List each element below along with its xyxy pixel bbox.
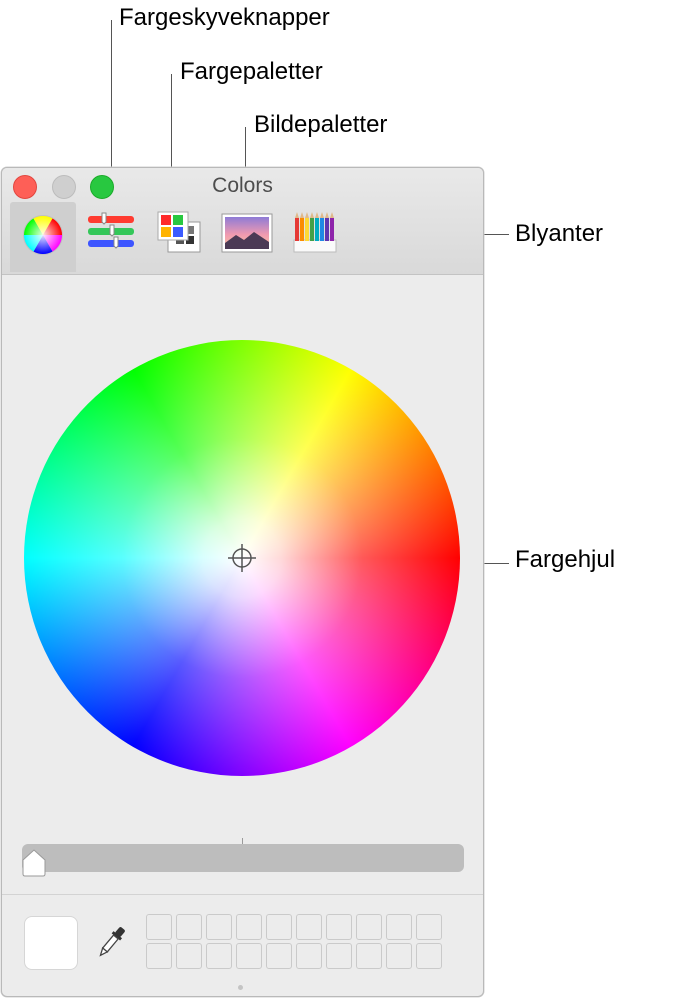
tab-color-sliders[interactable] — [78, 202, 144, 272]
empty-swatch[interactable] — [236, 943, 262, 969]
color-sliders-icon — [88, 212, 134, 249]
empty-swatch[interactable] — [146, 943, 172, 969]
title-bar: Colors — [2, 168, 483, 275]
colors-window: Colors — [1, 167, 484, 997]
empty-swatch[interactable] — [206, 914, 232, 940]
empty-swatch[interactable] — [266, 914, 292, 940]
empty-swatch[interactable] — [146, 914, 172, 940]
crosshair-icon[interactable] — [227, 543, 257, 573]
swatch-divider — [2, 894, 483, 895]
pencils-icon — [293, 212, 337, 253]
empty-swatch[interactable] — [416, 914, 442, 940]
empty-swatch[interactable] — [386, 943, 412, 969]
empty-swatch[interactable] — [176, 943, 202, 969]
empty-swatch[interactable] — [356, 943, 382, 969]
tab-pencils[interactable] — [286, 202, 352, 272]
resize-handle[interactable] — [238, 985, 243, 990]
empty-swatch[interactable] — [236, 914, 262, 940]
brightness-slider[interactable] — [22, 844, 464, 872]
empty-swatch[interactable] — [176, 914, 202, 940]
custom-swatch-grid — [146, 914, 442, 969]
brightness-slider-thumb[interactable] — [21, 848, 47, 878]
tab-color-palettes[interactable] — [146, 202, 212, 272]
window-title: Colors — [212, 174, 273, 197]
tab-color-wheel[interactable] — [10, 202, 76, 272]
callout-pencils: Blyanter — [515, 220, 604, 247]
callout-color-wheel: Fargehjul — [515, 546, 616, 573]
callout-image-palettes: Bildepaletter — [254, 111, 388, 138]
image-palettes-icon — [221, 213, 273, 253]
empty-swatch[interactable] — [386, 914, 412, 940]
empty-swatch[interactable] — [266, 943, 292, 969]
callout-color-palettes: Fargepaletter — [180, 58, 323, 85]
callout-color-sliders: Fargeskyveknapper — [119, 4, 330, 31]
empty-swatch[interactable] — [356, 914, 382, 940]
empty-swatch[interactable] — [296, 943, 322, 969]
empty-swatch[interactable] — [416, 943, 442, 969]
tab-image-palettes[interactable] — [214, 202, 280, 272]
empty-swatch[interactable] — [326, 914, 352, 940]
color-wheel-icon — [23, 215, 63, 255]
empty-swatch[interactable] — [296, 914, 322, 940]
empty-swatch[interactable] — [206, 943, 232, 969]
color-palettes-icon — [157, 211, 201, 253]
empty-swatch[interactable] — [326, 943, 352, 969]
current-color-swatch[interactable] — [24, 916, 78, 970]
eyedropper-icon[interactable] — [94, 922, 128, 962]
